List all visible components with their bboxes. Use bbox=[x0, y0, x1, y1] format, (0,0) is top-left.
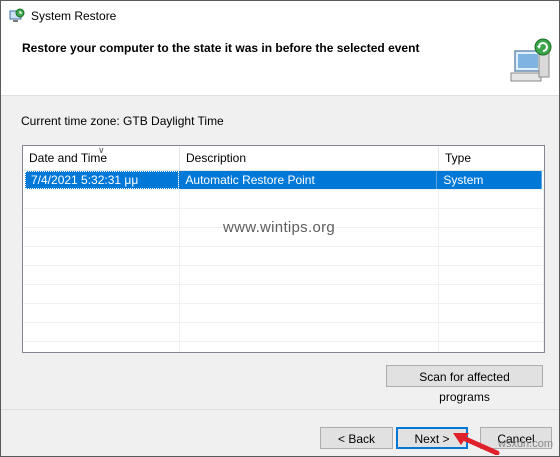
cell-type: System bbox=[437, 171, 542, 189]
column-header-type[interactable]: Type bbox=[439, 146, 544, 170]
corner-watermark: wsxdn.com bbox=[498, 438, 554, 450]
column-header-date[interactable]: ∨ Date and Time bbox=[23, 146, 180, 170]
empty-row bbox=[23, 266, 544, 285]
sort-arrow-icon: ∨ bbox=[98, 145, 105, 155]
column-header-description[interactable]: Description bbox=[180, 146, 439, 170]
system-restore-window: System Restore Restore your computer to … bbox=[0, 0, 560, 457]
empty-row bbox=[23, 304, 544, 323]
cell-description: Automatic Restore Point bbox=[179, 171, 438, 189]
watermark-text: www.wintips.org bbox=[223, 219, 336, 236]
back-button[interactable]: < Back bbox=[320, 427, 393, 449]
empty-row bbox=[23, 342, 544, 352]
empty-row bbox=[23, 285, 544, 304]
window-title: System Restore bbox=[31, 9, 117, 23]
pointer-arrow-icon bbox=[453, 433, 500, 455]
system-restore-icon bbox=[9, 8, 25, 22]
restore-points-table[interactable]: ∨ Date and Time Description Type 7/4/202… bbox=[22, 145, 545, 353]
scan-affected-programs-button[interactable]: Scan for affected programs bbox=[386, 365, 543, 404]
table-row[interactable]: 7/4/2021 5:32:31 μμ Automatic Restore Po… bbox=[25, 171, 542, 190]
computer-restore-icon bbox=[510, 38, 552, 82]
empty-row bbox=[23, 190, 544, 209]
cell-date: 7/4/2021 5:32:31 μμ bbox=[25, 171, 180, 189]
timezone-label: Current time zone: GTB Daylight Time bbox=[21, 114, 224, 128]
table-header: ∨ Date and Time Description Type bbox=[23, 146, 544, 171]
page-heading: Restore your computer to the state it wa… bbox=[22, 41, 420, 55]
title-bar[interactable]: System Restore bbox=[1, 1, 559, 31]
empty-row bbox=[23, 323, 544, 342]
empty-row bbox=[23, 247, 544, 266]
header-panel: Restore your computer to the state it wa… bbox=[1, 31, 559, 96]
